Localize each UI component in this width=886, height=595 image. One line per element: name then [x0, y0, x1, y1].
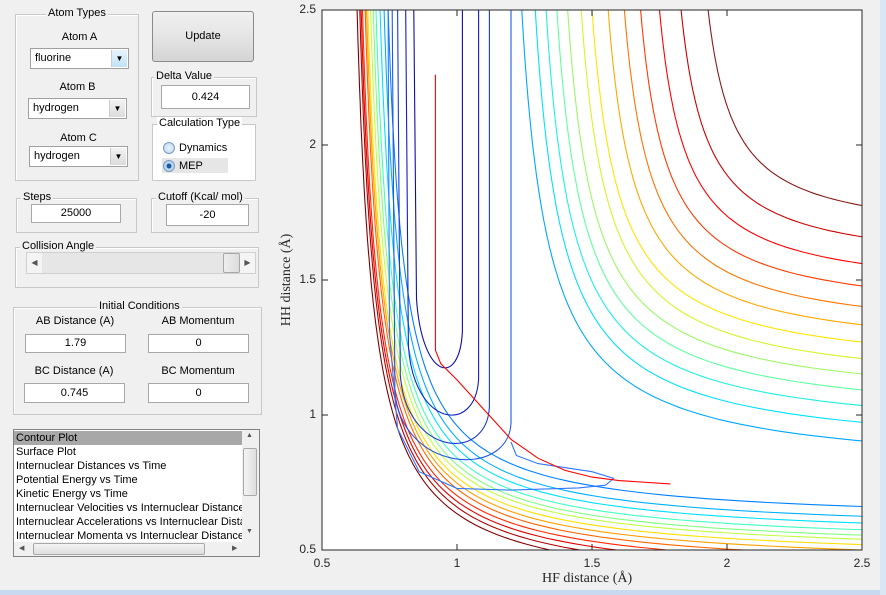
y-tick-label: 1	[309, 407, 316, 421]
y-tick-label: 2	[309, 137, 316, 151]
plot-axes-background	[322, 10, 862, 550]
x-tick-label: 1	[453, 556, 461, 570]
contour-plot	[321, 9, 863, 551]
window-right-edge	[880, 0, 886, 595]
window-bottom-edge	[0, 590, 886, 595]
x-axis-label: HF distance (Å)	[542, 571, 633, 586]
x-tick-label: 2	[723, 556, 731, 570]
x-tick-label: 2.5	[853, 556, 871, 570]
y-axis-label: HH distance (Å)	[279, 233, 294, 327]
y-tick-label: 2.5	[299, 2, 316, 16]
x-tick-label: 1.5	[583, 556, 601, 570]
y-tick-label: 0.5	[299, 542, 316, 556]
x-tick-label: 0.5	[313, 556, 331, 570]
